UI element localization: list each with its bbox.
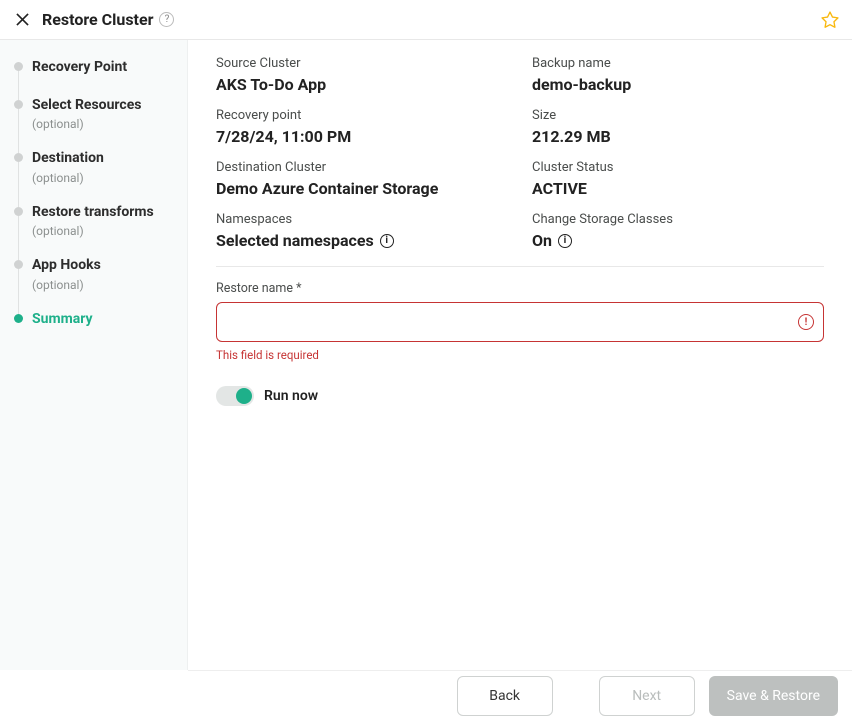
next-button: Next [599, 676, 695, 716]
run-now-label: Run now [264, 388, 318, 404]
step-restore-transforms[interactable]: Restore transforms (optional) [8, 199, 187, 253]
field-label: Source Cluster [216, 56, 508, 71]
field-value: ACTIVE [532, 179, 824, 198]
field-cluster-status: Cluster Status ACTIVE [532, 160, 824, 198]
field-value: AKS To-Do App [216, 75, 508, 94]
field-label: Change Storage Classes [532, 212, 824, 227]
toggle-knob [236, 388, 252, 404]
step-label: Destination [32, 149, 187, 169]
restore-name-label: Restore name * [216, 281, 824, 296]
star-icon[interactable] [820, 10, 840, 30]
step-select-resources[interactable]: Select Resources (optional) [8, 92, 187, 146]
step-optional: (optional) [32, 171, 187, 185]
main-panel: Source Cluster AKS To-Do App Backup name… [188, 40, 852, 670]
page-title: Restore Cluster [42, 10, 153, 29]
field-label: Cluster Status [532, 160, 824, 175]
field-recovery-point: Recovery point 7/28/24, 11:00 PM [216, 108, 508, 146]
field-namespaces: Namespaces Selected namespaces i [216, 212, 508, 250]
info-icon[interactable]: i [558, 234, 572, 248]
step-label: Select Resources [32, 96, 187, 116]
step-label: Restore transforms [32, 203, 187, 223]
restore-name-input[interactable] [216, 302, 824, 342]
divider [216, 266, 824, 267]
field-value: 7/28/24, 11:00 PM [216, 127, 508, 146]
info-icon[interactable]: i [380, 234, 394, 248]
back-button[interactable]: Back [457, 676, 553, 716]
close-icon [16, 13, 29, 26]
field-value: On i [532, 231, 824, 250]
field-size: Size 212.29 MB [532, 108, 824, 146]
step-app-hooks[interactable]: App Hooks (optional) [8, 252, 187, 306]
step-summary[interactable]: Summary [8, 306, 187, 344]
run-now-toggle[interactable] [216, 386, 254, 406]
field-label: Namespaces [216, 212, 508, 227]
field-value: 212.29 MB [532, 127, 824, 146]
field-label: Size [532, 108, 824, 123]
field-destination-cluster: Destination Cluster Demo Azure Container… [216, 160, 508, 198]
step-label: Summary [32, 310, 187, 330]
field-label: Backup name [532, 56, 824, 71]
wizard-steps: Recovery Point Select Resources (optiona… [0, 40, 188, 670]
restore-name-error: This field is required [216, 348, 824, 362]
field-value: Selected namespaces i [216, 231, 508, 250]
step-optional: (optional) [32, 278, 187, 292]
step-label: Recovery Point [32, 58, 187, 78]
close-button[interactable] [12, 10, 32, 30]
error-icon: ! [798, 314, 814, 330]
footer-actions: Back Next Save & Restore [188, 670, 852, 720]
help-icon[interactable]: ? [159, 12, 174, 27]
step-recovery-point[interactable]: Recovery Point [8, 54, 187, 92]
storage-classes-value-text: On [532, 231, 552, 250]
field-value: Demo Azure Container Storage [216, 179, 508, 198]
field-label: Recovery point [216, 108, 508, 123]
field-value: demo-backup [532, 75, 824, 94]
step-optional: (optional) [32, 224, 187, 238]
field-label: Destination Cluster [216, 160, 508, 175]
namespaces-value-text: Selected namespaces [216, 231, 374, 250]
save-restore-button: Save & Restore [709, 676, 838, 716]
field-source-cluster: Source Cluster AKS To-Do App [216, 56, 508, 94]
field-backup-name: Backup name demo-backup [532, 56, 824, 94]
step-destination[interactable]: Destination (optional) [8, 145, 187, 199]
step-optional: (optional) [32, 117, 187, 131]
step-label: App Hooks [32, 256, 187, 276]
field-storage-classes: Change Storage Classes On i [532, 212, 824, 250]
